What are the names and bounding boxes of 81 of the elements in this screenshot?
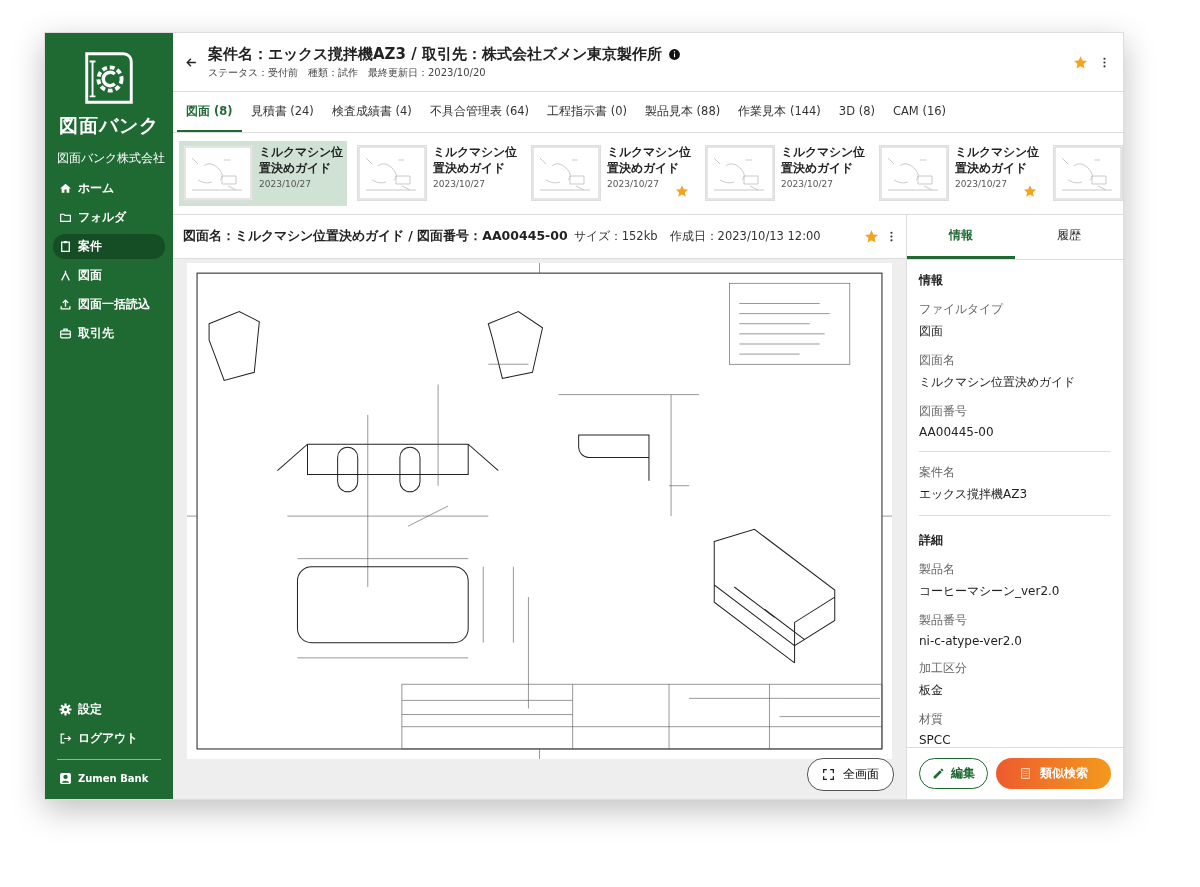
project-title: 案件名：エックス撹拌機AZ3 / 取引先：株式会社ズメン東京製作所 — [208, 44, 662, 64]
nav-item[interactable]: 案件 — [53, 234, 165, 259]
nav-item[interactable]: 設定 — [53, 697, 165, 722]
field-label: 製品番号 — [919, 612, 968, 629]
logout-icon — [59, 732, 72, 745]
thumbnail-date: 2023/10/27 — [433, 179, 486, 190]
thumbnail-date: 2023/10/27 — [955, 179, 1008, 190]
nav-item[interactable]: フォルダ — [53, 205, 165, 230]
tab[interactable]: 見積書 (24) — [241, 92, 323, 132]
thumbnail-title: ミルクマシン位置決めガイド — [781, 145, 865, 177]
drawing-thumbnail[interactable]: ミルクマシン位置決めガイド 2023/10/27 — [353, 141, 521, 206]
drawing-thumbnail[interactable]: ミルクマシン位置決めガイド 2023/10/27 — [527, 141, 695, 206]
briefcase-icon — [59, 327, 72, 340]
nav-item[interactable]: 図面 — [53, 263, 165, 288]
field-value: 板金 — [919, 682, 944, 699]
drawing-preview — [183, 145, 253, 201]
thumbnail-date: 2023/10/27 — [781, 179, 834, 190]
drawing-preview — [879, 145, 949, 201]
edit-button[interactable]: 編集 — [919, 758, 988, 789]
company-name: 図面バンク株式会社 — [57, 151, 165, 166]
panel-tab[interactable]: 情報 — [907, 215, 1015, 259]
field-label: 案件名 — [919, 464, 956, 481]
field-label: 図面番号 — [919, 403, 968, 420]
tab[interactable]: 3D (8) — [829, 92, 884, 132]
field-label: 製品名 — [919, 561, 956, 578]
back-button[interactable] — [185, 55, 198, 69]
brand-name: 図面バンク — [59, 113, 159, 138]
thumbnail-title: ミルクマシン位置決めガイド — [607, 145, 691, 177]
nav-item[interactable]: ログアウト — [53, 726, 165, 751]
nav-item[interactable]: ホーム — [53, 176, 165, 201]
upload-icon — [59, 298, 72, 311]
thumbnail-date: 2023/10/27 — [607, 179, 660, 190]
thumbnail-title: ミルクマシン位置決めガイド — [433, 145, 517, 177]
tab[interactable]: CAM (16) — [883, 92, 956, 132]
folder-icon — [59, 211, 72, 224]
field-label: ファイルタイプ — [919, 301, 1005, 318]
field-label: 加工区分 — [919, 660, 968, 677]
field-label: 図面名 — [919, 352, 956, 369]
back-arrow-icon — [185, 55, 198, 69]
user-avatar-icon — [59, 772, 72, 785]
panel-tab[interactable]: 履歴 — [1015, 215, 1123, 259]
field-value: AA00445-00 — [919, 425, 995, 439]
tab[interactable]: 図面 (8) — [177, 92, 242, 132]
drawing-preview — [705, 145, 775, 201]
field-value: ni-c-atype-ver2.0 — [919, 634, 1023, 648]
field-label: 材質 — [919, 711, 944, 728]
nav-item[interactable]: 取引先 — [53, 321, 165, 346]
drawing-meta: サイズ：152kb 作成日：2023/10/13 12:00 — [573, 229, 822, 244]
field-value: SPCC — [919, 733, 952, 747]
fullscreen-icon — [822, 768, 835, 781]
drawing-title: 図面名：ミルクマシン位置決めガイド / 図面番号：AA00445-00 — [183, 227, 568, 245]
drawing-thumbnail[interactable]: ミルクマシン位置決めガイド 2023/10/27 — [875, 141, 1043, 206]
document-icon — [1019, 767, 1032, 780]
pencil-icon — [932, 767, 945, 780]
thumbnail-title: ミルクマシン位置決めガイド — [259, 145, 343, 177]
field-value: 図面 — [919, 323, 944, 340]
drawing-preview — [531, 145, 601, 201]
field-value: ミルクマシン位置決めガイド — [919, 374, 1076, 391]
tab[interactable]: 検査成績書 (4) — [322, 92, 421, 132]
section-heading: 情報 — [919, 272, 944, 289]
thumbnail-date: 2023/10/27 — [259, 179, 312, 190]
info-icon — [667, 47, 681, 61]
nav-item[interactable]: 図面一括読込 — [53, 292, 165, 317]
tab[interactable]: 工程指示書 (0) — [538, 92, 636, 132]
settings-icon — [59, 703, 72, 716]
project-meta: ステータス：受付前 種類：試作 最終更新日：2023/10/20 — [208, 65, 487, 80]
clipboard-icon — [59, 240, 72, 253]
field-value: エックス撹拌機AZ3 — [919, 486, 1029, 503]
section-heading: 詳細 — [919, 532, 944, 549]
field-value: コーヒーマシーン_ver2.0 — [919, 583, 1061, 600]
user-name: Zumen Bank — [78, 773, 149, 784]
tab[interactable]: 作業見本 (144) — [729, 92, 830, 132]
tab[interactable]: 製品見本 (88) — [635, 92, 730, 132]
drawing-thumbnail[interactable]: ミルクマシン位置決めガイド 2023/10/27 — [179, 141, 347, 206]
home-icon — [59, 182, 72, 195]
thumbnail-title: ミルクマシン位置決めガイド — [955, 145, 1039, 177]
fullscreen-button[interactable]: 全画面 — [807, 758, 894, 791]
tab[interactable]: 不具合管理表 (64) — [420, 92, 538, 132]
drawing-preview — [357, 145, 427, 201]
drawing-thumbnail[interactable]: ミルクマシン位置決めガイド 2023/10/27 — [701, 141, 869, 206]
compass-icon — [59, 269, 72, 282]
